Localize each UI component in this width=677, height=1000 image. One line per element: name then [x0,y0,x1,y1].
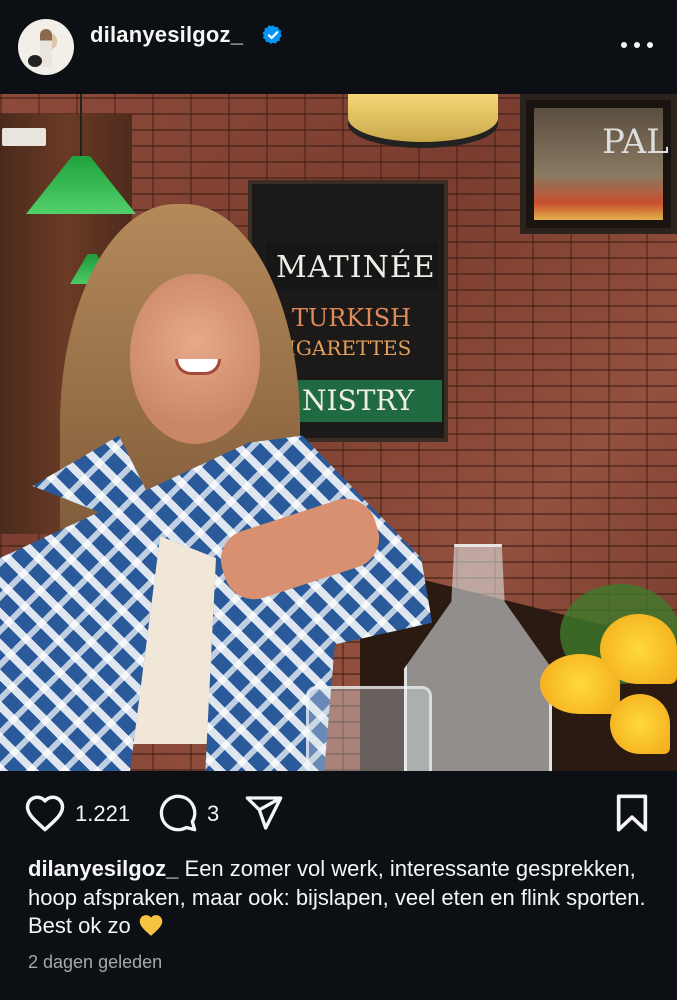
yellow-heart-icon [139,915,163,936]
caption-username[interactable]: dilanyesilgoz_ [28,856,178,881]
framed-picture: PAL [520,94,677,234]
username[interactable]: dilanyesilgoz_ [90,22,243,48]
post-timestamp[interactable]: 2 dagen geleden [28,952,162,973]
yellow-flower [610,694,670,754]
bookmark-icon[interactable] [614,793,650,833]
yellow-lamp [348,94,498,142]
avatar-dog [28,55,42,67]
post-caption: dilanyesilgoz_ Een zomer vol werk, inter… [28,855,658,941]
comment-icon[interactable] [158,793,198,833]
send-icon[interactable] [244,793,284,833]
sign-line-3: IGARETTES [288,336,412,360]
comment-count[interactable]: 3 [207,801,219,827]
heart-icon[interactable] [24,793,66,833]
yellow-flower [600,614,677,684]
action-bar: 1.221 3 [0,771,677,855]
lamp-cord [80,94,82,158]
sign-line-1: MATINÉE [276,250,436,285]
post-photo[interactable]: PAL MATINÉE TURKISH IGARETTES NISTRY [0,94,677,771]
verified-badge-icon [262,25,282,44]
post-header: dilanyesilgoz_ [0,0,677,94]
more-options-icon[interactable] [621,38,655,54]
sign-line-4: NISTRY [302,384,415,417]
frame-text: PAL [602,122,669,162]
like-count[interactable]: 1.221 [75,801,130,827]
avatar[interactable] [18,19,74,75]
sign-line-2: TURKISH [292,304,412,332]
no-smoking-sign [2,128,46,146]
